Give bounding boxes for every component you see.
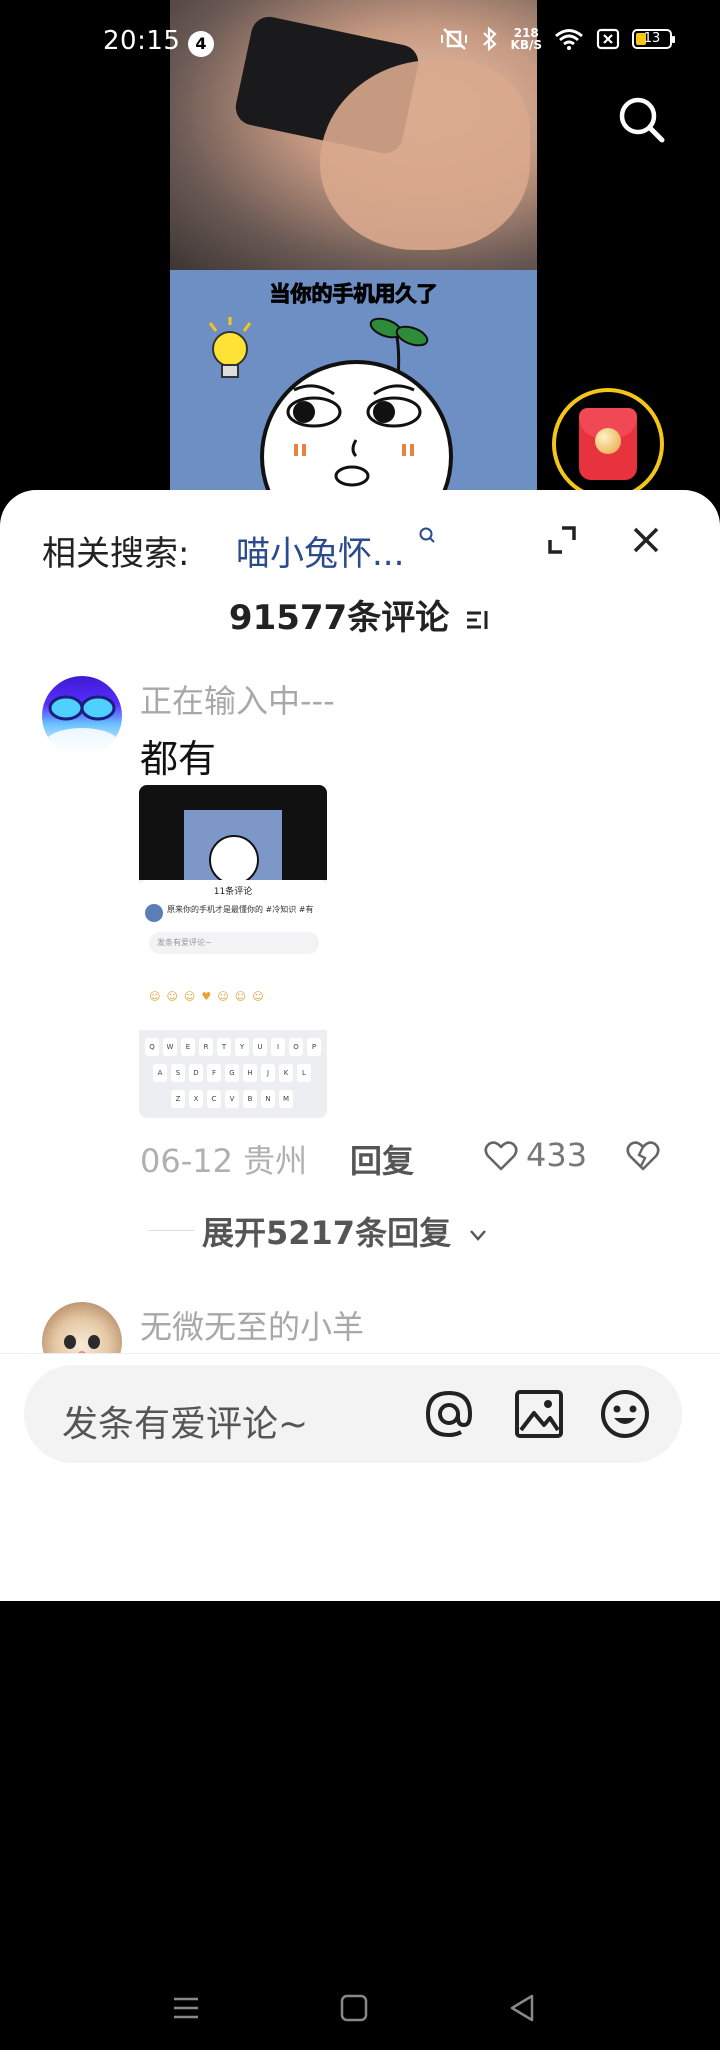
keyboard-key: Z: [171, 1090, 185, 1108]
comment-input-bar: 发条有爱评论~: [0, 1353, 720, 1601]
keyboard-key: A: [153, 1064, 167, 1082]
keyboard-row-3: ZXCVBNM: [171, 1090, 293, 1108]
broken-heart-icon[interactable]: [626, 1140, 660, 1172]
keyboard-key: H: [243, 1064, 257, 1082]
keyboard-key: Y: [235, 1038, 249, 1056]
chevron-down-icon: [470, 1230, 487, 1241]
keyboard-key: J: [261, 1064, 275, 1082]
comment-panel: 相关搜索: 喵小兔怀... 91577条评论 正在输入中--- 都有 11条评论…: [0, 490, 720, 2022]
battery-level: 13: [643, 31, 661, 46]
search-icon[interactable]: [617, 95, 667, 145]
related-search-link[interactable]: 喵小兔怀...: [236, 526, 404, 575]
menu-icon[interactable]: [170, 1992, 202, 2024]
keyboard-key: V: [225, 1090, 239, 1108]
heart-icon[interactable]: [484, 1140, 518, 1172]
image-icon[interactable]: [512, 1387, 566, 1441]
network-speed-unit: KB/S: [510, 38, 542, 52]
comment-count: 91577条评论: [228, 598, 450, 638]
keyboard-key: E: [181, 1038, 195, 1056]
keyboard-key: T: [217, 1038, 231, 1056]
wifi-icon: [555, 29, 583, 50]
bluetooth-icon: [482, 26, 497, 52]
keyboard-key: P: [307, 1038, 321, 1056]
keyboard-key: G: [225, 1064, 239, 1082]
keyboard-key: B: [243, 1090, 257, 1108]
thumbnail-title: 11条评论: [213, 887, 253, 897]
red-packet-coin: [595, 428, 621, 454]
thumbnail-input: 发条有爱评论~: [149, 932, 319, 954]
lightbulb-icon: [208, 317, 252, 378]
expand-divider: [148, 1230, 194, 1231]
mute-vibrate-icon: [440, 28, 467, 50]
thumbnail-emoji-row: ☺☺☺♥☺☺☺: [149, 990, 270, 1003]
thumbnail-video-frame: [139, 785, 327, 885]
keyboard-key: F: [207, 1064, 221, 1082]
like-count: 433: [526, 1136, 588, 1174]
comment-input-placeholder: 发条有爱评论~: [62, 1404, 309, 1445]
keyboard-key: D: [189, 1064, 203, 1082]
keyboard-row-1: QWERTYUIOP: [145, 1038, 321, 1056]
emoji-icon[interactable]: [598, 1387, 652, 1441]
red-packet-icon: [579, 408, 637, 480]
keyboard-key: M: [279, 1090, 293, 1108]
comment-count-title: 91577条评论: [0, 590, 720, 639]
keyboard-key: Q: [145, 1038, 159, 1056]
keyboard-key: S: [171, 1064, 185, 1082]
expand-replies-button[interactable]: 展开5217条回复: [202, 1208, 488, 1254]
sim-off-icon: [596, 28, 620, 50]
avatar[interactable]: [42, 676, 122, 756]
status-bar: 20:15 4 218 KB/S 13: [0, 0, 720, 90]
keyboard-key: W: [163, 1038, 177, 1056]
keyboard-key: L: [297, 1064, 311, 1082]
related-search-icon[interactable]: [418, 526, 436, 544]
keyboard-row-2: ASDFGHJKL: [153, 1064, 311, 1082]
thumbnail-comment-sheet: 11条评论 原来你的手机才是最懂你的 #冷知识 #有 发条有爱评论~ ☺☺☺♥☺…: [139, 880, 327, 1118]
cartoon-face-features: [286, 384, 422, 487]
expand-icon[interactable]: [548, 526, 576, 554]
network-speed: 218 KB/S: [511, 27, 542, 51]
keyboard-key: X: [189, 1090, 203, 1108]
keyboard-key: K: [279, 1064, 293, 1082]
home-icon[interactable]: [338, 1992, 370, 2024]
reply-button[interactable]: 回复: [350, 1136, 414, 1182]
comment-image-thumbnail[interactable]: 11条评论 原来你的手机才是最懂你的 #冷知识 #有 发条有爱评论~ ☺☺☺♥☺…: [139, 785, 327, 1118]
keyboard-key: O: [289, 1038, 303, 1056]
sort-icon[interactable]: [465, 607, 491, 633]
related-search-label: 相关搜索:: [42, 534, 190, 574]
close-icon[interactable]: [632, 526, 660, 554]
system-nav-bar: [0, 1980, 720, 2050]
comment-username[interactable]: 无微无至的小羊: [140, 1302, 364, 1348]
keyboard-key: U: [253, 1038, 267, 1056]
goggles-avatar-art: [46, 695, 118, 756]
thumbnail-comment-preview: 原来你的手机才是最懂你的 #冷知识 #有: [145, 904, 321, 924]
comment-input[interactable]: 发条有爱评论~: [24, 1365, 682, 1463]
comment-username[interactable]: 正在输入中---: [140, 676, 335, 722]
thumbnail-face: [209, 835, 259, 885]
status-icons: 218 KB/S 13: [439, 26, 675, 52]
status-time: 20:15: [103, 26, 181, 56]
red-packet-button[interactable]: [552, 388, 664, 500]
thumbnail-keyboard: QWERTYUIOP ASDFGHJKL ZXCVBNM: [139, 1030, 327, 1118]
battery-icon: 13: [632, 29, 675, 49]
comment-date-location: 06-12 贵州: [140, 1142, 308, 1180]
keyboard-key: C: [207, 1090, 221, 1108]
expand-replies-label: 展开5217条回复: [202, 1214, 452, 1252]
at-icon[interactable]: [422, 1387, 476, 1441]
notification-badge: 4: [188, 31, 214, 57]
video-caption: 当你的手机用久了: [269, 282, 438, 307]
comment-text: 都有: [140, 737, 217, 781]
keyboard-key: N: [261, 1090, 275, 1108]
keyboard-key: I: [271, 1038, 285, 1056]
cartoon-face: [260, 360, 453, 500]
keyboard-key: R: [199, 1038, 213, 1056]
back-icon[interactable]: [506, 1992, 538, 2024]
